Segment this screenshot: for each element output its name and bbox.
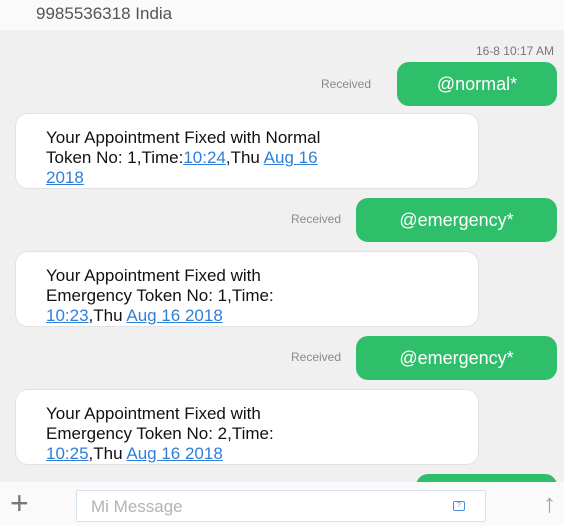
date-link[interactable]: Aug 16 — [264, 148, 318, 167]
message-text: ,Thu — [225, 148, 264, 167]
message-input[interactable]: Mi Message ? — [76, 490, 486, 522]
delivery-status: Received — [291, 350, 342, 364]
message-line: Your Appointment Fixed with Normal — [46, 128, 450, 148]
message-line: 10:25,Thu Aug 16 2018 — [46, 444, 450, 464]
send-arrow-icon[interactable]: ↑ — [543, 486, 556, 520]
message-text: Token No: 1,Time: — [46, 148, 184, 167]
received-message-bubble[interactable]: Your Appointment Fixed with Emergency To… — [16, 390, 478, 464]
message-line: Your Appointment Fixed with — [46, 404, 450, 424]
received-message-bubble[interactable]: Your Appointment Fixed with Normal Token… — [16, 114, 478, 188]
date-link[interactable]: Aug 16 2018 — [126, 306, 222, 325]
sticker-icon[interactable]: ? — [453, 501, 465, 511]
message-text: ,Thu — [88, 306, 127, 325]
message-line: 2018 — [46, 168, 450, 188]
received-message-bubble[interactable]: Your Appointment Fixed with Emergency To… — [16, 252, 478, 326]
delivery-status: Received — [291, 212, 342, 226]
sent-message-bubble[interactable]: @emergency* — [356, 336, 557, 380]
message-text: Your Appointment Fixed with Normal — [46, 128, 321, 147]
message-line: Emergency Token No: 2,Time: — [46, 424, 450, 444]
sent-message-bubble[interactable]: @normal* — [397, 62, 557, 106]
message-composer: + Mi Message ? ↑ — [0, 482, 564, 526]
plus-icon[interactable]: + — [10, 484, 29, 522]
message-text: Your Appointment Fixed with — [46, 266, 261, 285]
date-link[interactable]: Aug 16 2018 — [126, 444, 222, 463]
message-text: Your Appointment Fixed with — [46, 404, 261, 423]
time-link[interactable]: 10:24 — [183, 148, 226, 167]
time-link[interactable]: 10:23 — [46, 306, 89, 325]
message-text: Emergency Token No: 1,Time: — [46, 286, 274, 305]
date-link[interactable]: 2018 — [46, 168, 84, 187]
message-text: Emergency Token No: 2,Time: — [46, 424, 274, 443]
message-line: Emergency Token No: 1,Time: — [46, 286, 450, 306]
message-line: Token No: 1,Time:10:24,Thu Aug 16 — [46, 148, 450, 168]
message-timestamp: 16-8 10:17 AM — [475, 44, 554, 58]
conversation-header: 9985536318 India — [0, 0, 564, 30]
contact-title: 9985536318 India — [36, 4, 173, 23]
time-link[interactable]: 10:25 — [46, 444, 89, 463]
message-line: 10:23,Thu Aug 16 2018 — [46, 306, 450, 326]
message-text: ,Thu — [88, 444, 127, 463]
message-line: Your Appointment Fixed with — [46, 266, 450, 286]
message-input-placeholder: Mi Message — [91, 497, 183, 516]
sent-message-bubble[interactable]: @emergency* — [356, 198, 557, 242]
delivery-status: Received — [321, 77, 372, 91]
